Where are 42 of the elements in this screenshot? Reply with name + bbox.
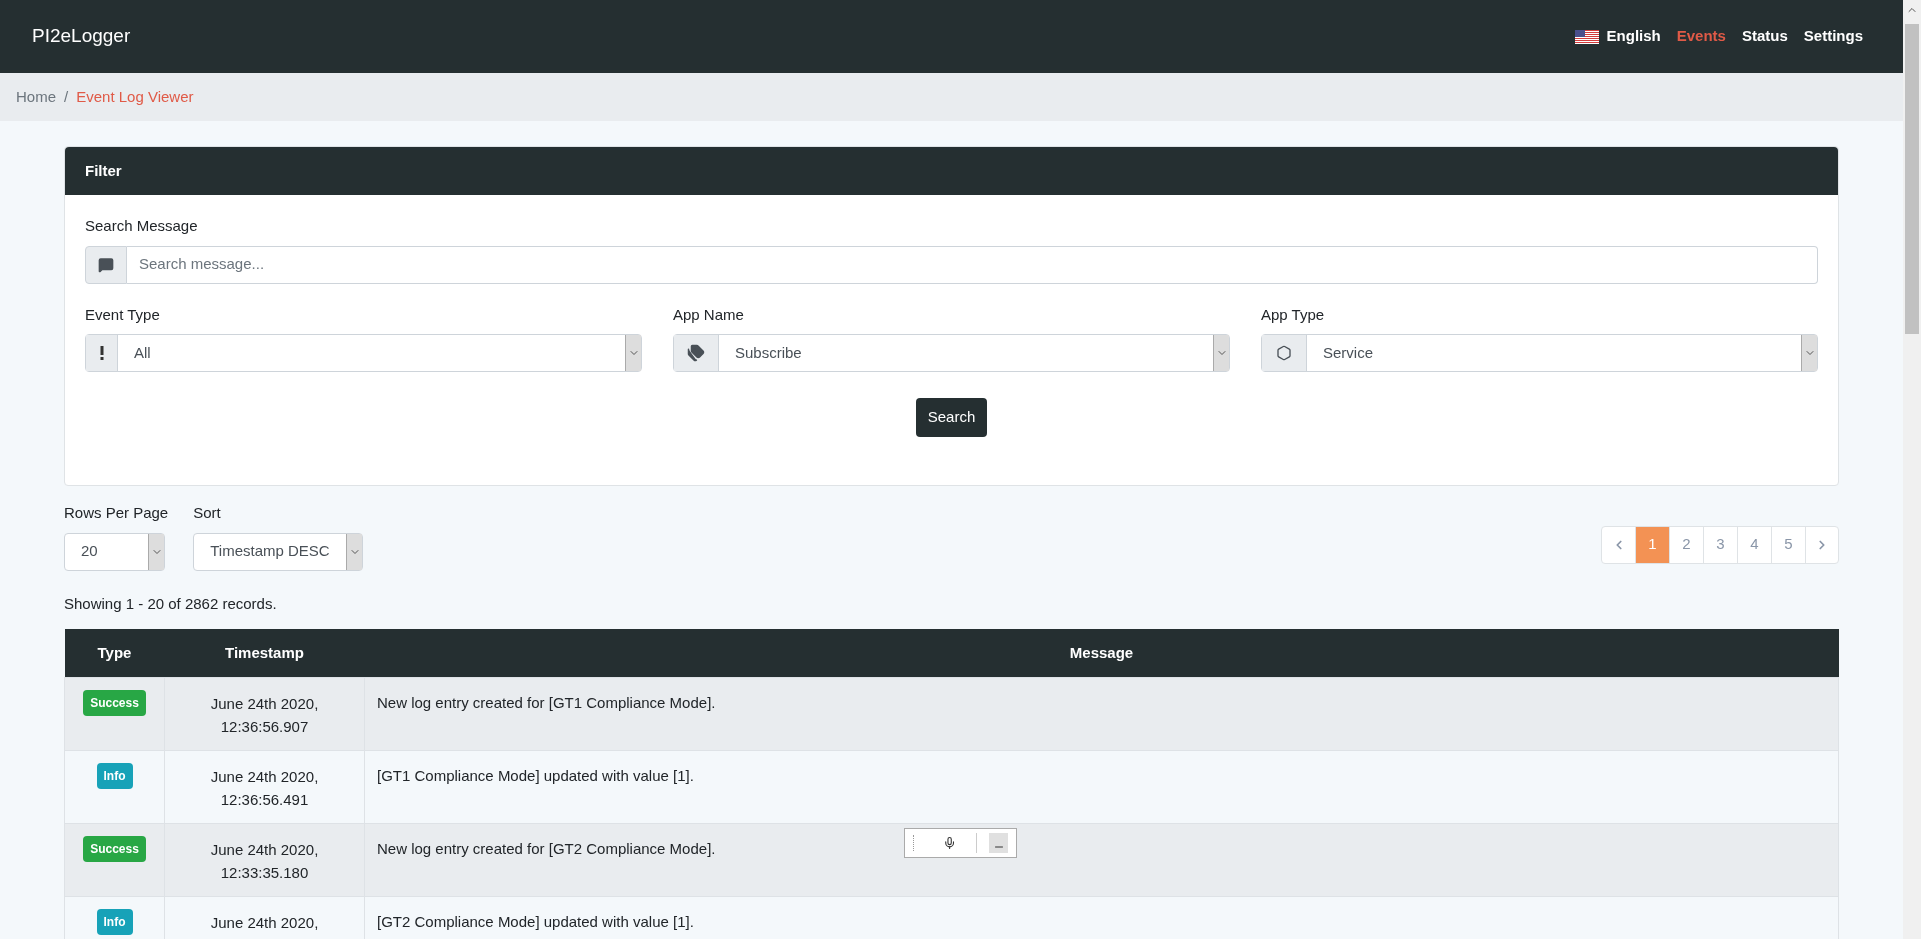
event-type-badge: Success [83,835,146,862]
timestamp-cell: June 24th 2020, 12:36:56.491 [164,750,365,823]
event-type-badge: Success [83,689,146,716]
speech-bubble-icon [98,256,114,273]
minimize-button[interactable] [989,833,1008,853]
language-link[interactable]: English [1574,25,1661,48]
exclamation-icon [99,346,104,360]
dropdown-field[interactable]: All [85,334,642,372]
field-label: Search Message [85,216,199,236]
records-summary: Showing 1 - 20 of 2862 records. [64,593,278,614]
filter-title: Filter [85,160,122,181]
nav-link[interactable]: Status [1741,25,1788,48]
field-label: Rows Per Page [64,503,169,523]
message-cell: [GT1 Compliance Mode] updated with value [1]. [364,750,1839,823]
field-label: App Type [1261,304,1326,325]
sort-select[interactable]: Timestamp DESC [193,532,364,571]
hexagon-icon [1276,345,1292,361]
column-header: Type [64,629,165,677]
search-button[interactable]: Search [915,398,988,437]
us-flag-icon [1574,29,1599,44]
breadcrumb-separator: / [64,86,69,107]
field-label: App Name [673,304,745,325]
column-header: Message [364,629,1839,677]
field-label: Event Type [85,304,161,325]
timestamp-cell: June 24th 2020, 12:33:35.180 [164,823,365,896]
dropdown-field[interactable]: Subscribe [673,334,1230,372]
field-label: Sort [193,503,222,523]
event-type-badge: Info [96,908,133,935]
brand-logo[interactable]: PI2eLogger [32,22,131,51]
nav-link[interactable]: Settings [1803,25,1863,48]
timestamp-cell: June 24th 2020, 12:36:56.907 [164,677,365,750]
breadcrumb-link[interactable]: Home [16,85,56,109]
scrollbar-thumb[interactable] [1905,24,1919,334]
nav-link[interactable]: Events [1676,25,1726,48]
column-header: Timestamp [164,629,365,677]
tags-icon [687,344,705,362]
search-field[interactable]: Search message... [127,245,1818,284]
dropdown-field[interactable]: Service [1261,334,1818,372]
rows-per-page-select[interactable]: 20 [64,532,165,571]
event-type-badge: Info [96,762,133,789]
message-cell: New log entry created for [GT1 Compliance Mode]. [364,677,1839,750]
microphone-icon[interactable] [942,836,957,850]
